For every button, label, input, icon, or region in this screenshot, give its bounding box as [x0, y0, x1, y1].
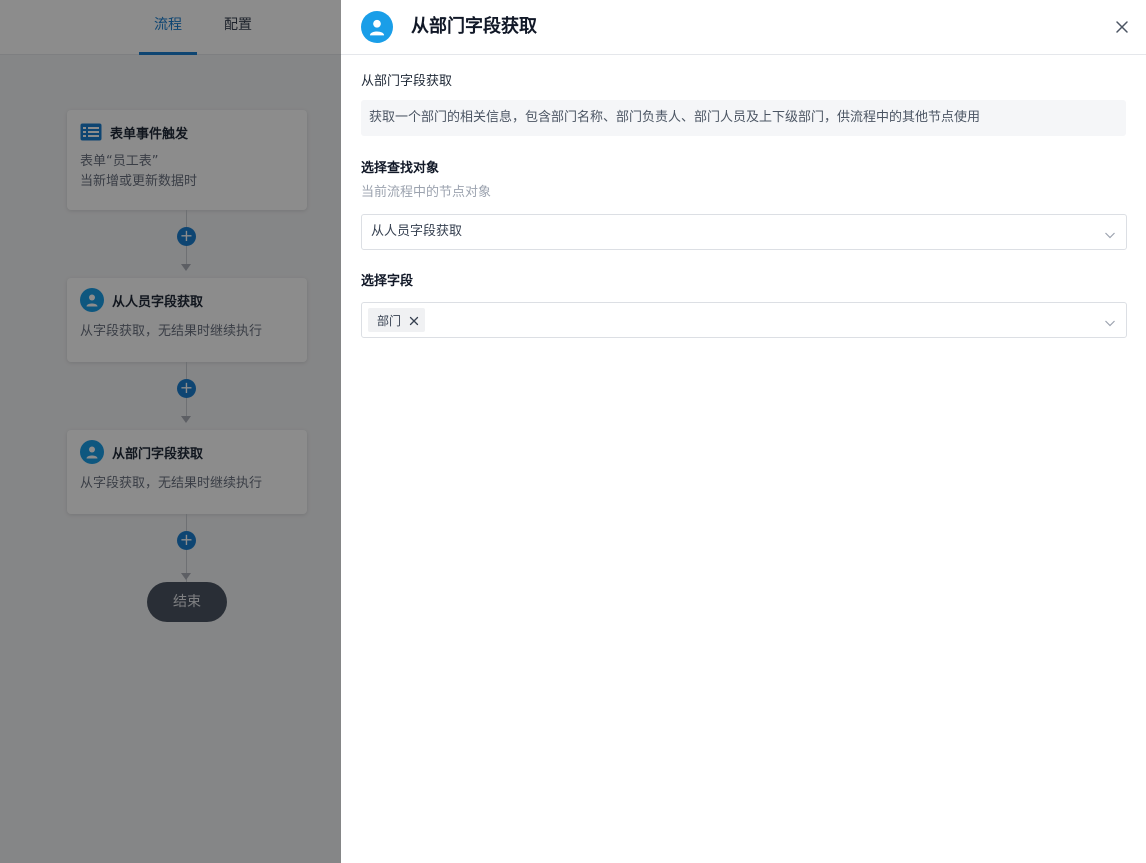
target-object-select[interactable]: 从人员字段获取 [361, 214, 1127, 250]
drawer-body: 从部门字段获取 获取一个部门的相关信息，包含部门名称、部门负责人、部门人员及上下… [341, 55, 1146, 338]
tag-label: 部门 [377, 313, 402, 328]
user-icon [361, 11, 393, 43]
target-field-title: 选择查找对象 [361, 161, 440, 176]
chevron-down-icon [1104, 314, 1116, 327]
close-icon[interactable] [1114, 19, 1130, 35]
node-config-drawer: 从部门字段获取 从部门字段获取 获取一个部门的相关信息，包含部门名称、部门负责人… [341, 0, 1146, 863]
target-object-value: 从人员字段获取 [371, 224, 463, 239]
node-description: 获取一个部门的相关信息，包含部门名称、部门负责人、部门人员及上下级部门，供流程中… [361, 100, 1126, 136]
select-field-title: 选择字段 [361, 274, 414, 289]
field-select[interactable]: 部门 [361, 302, 1127, 338]
drawer-header: 从部门字段获取 [341, 0, 1146, 55]
app-root: 流程 配置 表单事件触发 表单“员工表” 当新增或更新数据时 + 从人员字段获取… [0, 0, 1146, 863]
chevron-down-icon [1104, 226, 1116, 239]
target-field-hint: 当前流程中的节点对象 [361, 185, 492, 200]
selected-field-tag: 部门 [368, 308, 426, 332]
close-icon[interactable] [409, 315, 419, 326]
node-type-label: 从部门字段获取 [361, 74, 453, 89]
drawer-title: 从部门字段获取 [411, 16, 537, 37]
